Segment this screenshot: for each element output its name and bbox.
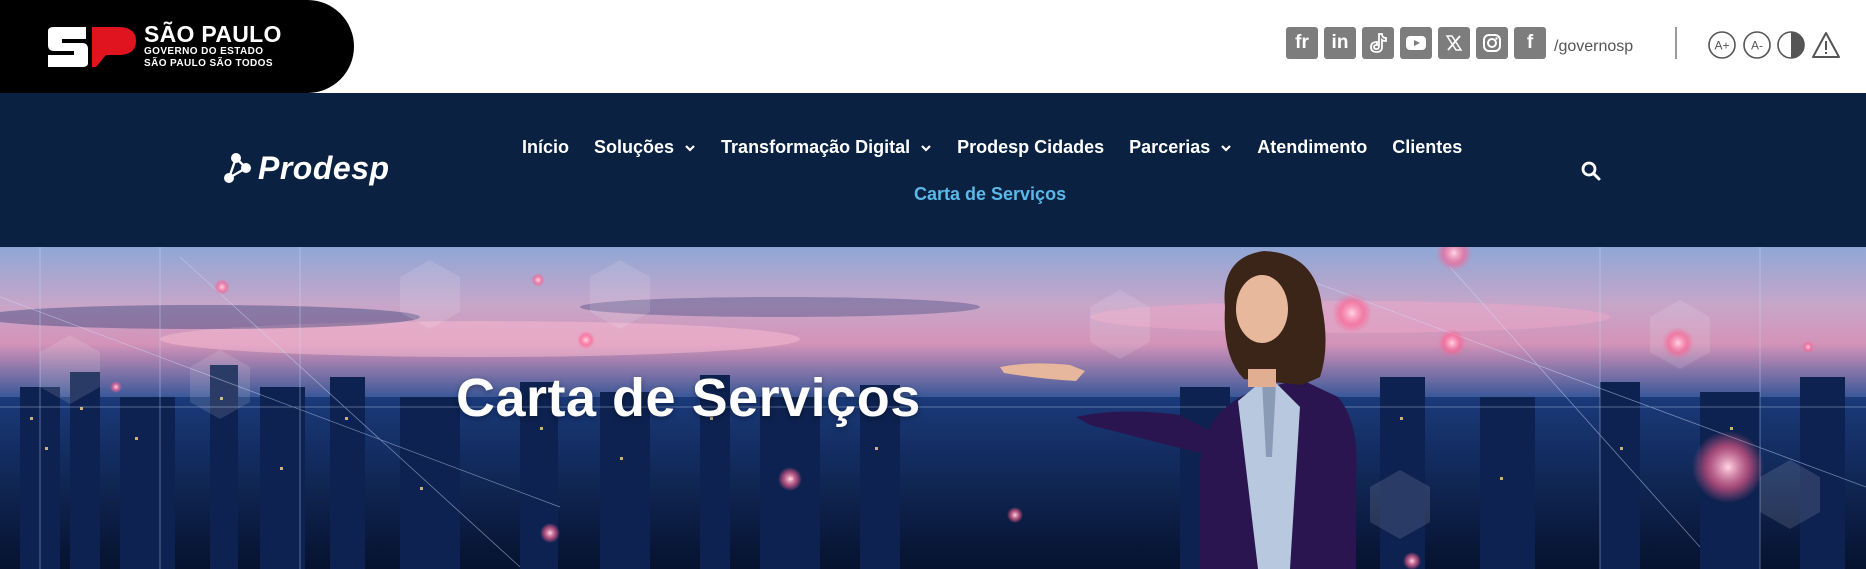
hero-background-image — [0, 247, 1866, 569]
gov-logo[interactable]: SÃO PAULO GOVERNO DO ESTADO SÃO PAULO SÃ… — [0, 0, 354, 93]
search-icon[interactable] — [1581, 161, 1601, 181]
nav-item-prodesp-cidades[interactable]: Prodesp Cidades — [957, 137, 1104, 158]
nav-item-solucoes[interactable]: Soluções — [594, 137, 696, 158]
prodesp-logo[interactable]: Prodesp — [222, 150, 390, 187]
hero-title: Carta de Serviços — [456, 368, 921, 428]
youtube-icon[interactable] — [1400, 27, 1432, 59]
x-icon[interactable] — [1438, 27, 1470, 59]
decrease-font-icon[interactable]: A- — [1742, 30, 1772, 60]
hero-banner: Carta de Serviços — [0, 247, 1866, 569]
social-handle[interactable]: /governosp — [1554, 38, 1633, 56]
increase-font-icon[interactable]: A+ — [1707, 30, 1737, 60]
gov-slogan: SÃO PAULO SÃO TODOS — [144, 58, 273, 69]
tiktok-icon[interactable] — [1362, 27, 1394, 59]
nav-item-clientes[interactable]: Clientes — [1392, 137, 1462, 158]
nav-item-transformacao-digital[interactable]: Transformação Digital — [721, 137, 932, 158]
chevron-down-icon — [685, 144, 695, 152]
nav-item-inicio[interactable]: Início — [522, 137, 569, 158]
flickr-icon[interactable]: fr — [1286, 27, 1318, 59]
main-menu: Início Soluções Transformação Digital Pr… — [522, 137, 1487, 158]
alert-icon[interactable] — [1811, 30, 1841, 60]
nav-item-atendimento[interactable]: Atendimento — [1257, 137, 1367, 158]
contrast-icon[interactable] — [1776, 30, 1806, 60]
sp-logo-icon — [48, 27, 136, 67]
brand-name: Prodesp — [258, 150, 390, 186]
linkedin-icon[interactable]: in — [1324, 27, 1356, 59]
facebook-icon[interactable]: f — [1514, 27, 1546, 59]
svg-text:A-: A- — [1751, 39, 1763, 53]
prodesp-logo-icon — [224, 152, 251, 183]
divider — [1675, 27, 1677, 59]
instagram-icon[interactable] — [1476, 27, 1508, 59]
nav-item-carta-de-servicos[interactable]: Carta de Serviços — [914, 184, 1066, 205]
main-navbar: Prodesp Início Soluções Transformação Di… — [0, 93, 1866, 247]
gov-top-bar: SÃO PAULO GOVERNO DO ESTADO SÃO PAULO SÃ… — [0, 0, 1866, 93]
gov-title: SÃO PAULO — [144, 21, 282, 47]
svg-text:A+: A+ — [1714, 39, 1729, 53]
chevron-down-icon — [921, 144, 931, 152]
gov-subtitle: GOVERNO DO ESTADO — [144, 46, 264, 57]
nav-item-parcerias[interactable]: Parcerias — [1129, 137, 1232, 158]
chevron-down-icon — [1221, 144, 1232, 152]
social-links: fr in f — [1286, 27, 1546, 59]
gov-logo-text: SÃO PAULO GOVERNO DO ESTADO SÃO PAULO SÃ… — [144, 22, 282, 70]
